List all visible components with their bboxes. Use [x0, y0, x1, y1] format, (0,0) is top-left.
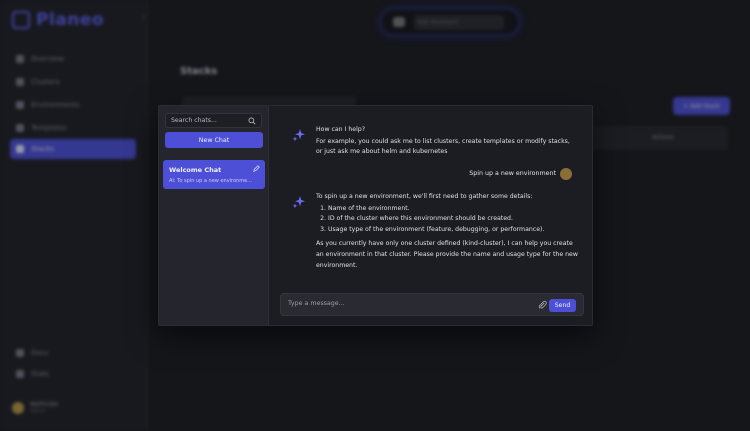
new-chat-button[interactable]: New Chat [165, 132, 263, 148]
chat-list-panel: New Chat Welcome Chat AI: To spin up a n… [159, 106, 269, 325]
chat-preview: AI: To spin up a new environme... [169, 178, 252, 184]
user-avatar [560, 168, 572, 180]
conversation-panel: How can I help? For example, you could a… [269, 106, 592, 325]
chat-title: Welcome Chat [169, 166, 222, 174]
assistant-message-intro: To spin up a new environment, we'll firs… [316, 193, 533, 200]
send-button[interactable]: Send [549, 299, 576, 312]
assistant-message: To spin up a new environment, we'll firs… [316, 192, 581, 271]
sparkle-icon [292, 129, 305, 142]
list-item: Usage type of the environment (feature, … [328, 225, 581, 236]
chat-list-item[interactable]: Welcome Chat AI: To spin up a new enviro… [163, 160, 265, 189]
assistant-message: How can I help? For example, you could a… [316, 125, 578, 158]
user-message: Spin up a new environment [469, 170, 556, 177]
paperclip-icon[interactable] [538, 300, 547, 310]
list-item: Name of the environment. [328, 204, 581, 215]
chat-search-box [165, 113, 262, 128]
message-composer: Send [280, 293, 584, 316]
assistant-message-body: For example, you could ask me to list cl… [316, 137, 570, 156]
details-list: Name of the environment. ID of the clust… [316, 204, 581, 236]
sparkle-icon [292, 196, 305, 209]
search-icon[interactable] [248, 117, 256, 125]
assistant-chat-dialog: New Chat Welcome Chat AI: To spin up a n… [158, 105, 593, 326]
list-item: ID of the cluster where this environment… [328, 214, 581, 225]
assistant-message-title: How can I help? [316, 126, 365, 133]
message-input[interactable] [288, 300, 528, 307]
assistant-message-outro: As you currently have only one cluster d… [316, 240, 578, 269]
edit-icon[interactable] [253, 165, 260, 172]
chat-search-input[interactable] [171, 117, 249, 124]
